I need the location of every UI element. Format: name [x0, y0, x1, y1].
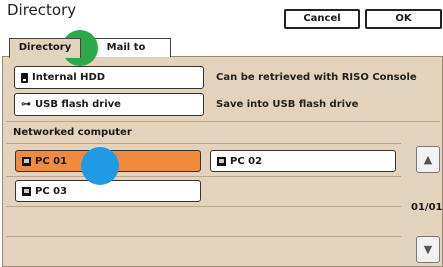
usb-flash-drive-label: USB flash drive: [35, 99, 121, 110]
row-divider: [6, 176, 401, 177]
scroll-up-button[interactable]: ▲: [416, 146, 440, 173]
row-divider: [6, 206, 401, 207]
scroll-down-button[interactable]: ▼: [416, 236, 440, 263]
ok-button[interactable]: OK: [365, 9, 442, 29]
networked-computer-label: Networked computer: [13, 127, 132, 138]
internal-hdd-button[interactable]: Internal HDD: [14, 66, 204, 89]
pc-03-label: PC 03: [35, 185, 68, 197]
computer-icon: [22, 156, 31, 166]
usb-flash-drive-button[interactable]: ⊶ USB flash drive: [14, 93, 204, 116]
pc-02-label: PC 02: [230, 155, 263, 167]
pc-01-label: PC 01: [35, 155, 68, 167]
tab-mail-to-label: Mail to: [106, 42, 146, 53]
divider: [6, 121, 440, 122]
triangle-up-icon: ▲: [423, 153, 433, 166]
pc-02-button[interactable]: PC 02: [210, 150, 396, 172]
tab-directory[interactable]: Directory: [9, 38, 81, 58]
hdd-icon: [21, 72, 28, 83]
internal-hdd-description: Can be retrieved with RISO Console: [216, 72, 417, 83]
cancel-button[interactable]: Cancel: [284, 9, 360, 29]
dialog-title: Directory: [7, 1, 77, 19]
tab-directory-label: Directory: [18, 42, 72, 53]
usb-flash-drive-description: Save into USB flash drive: [216, 99, 359, 110]
touch-marker-blue: [81, 147, 119, 185]
pc-03-button[interactable]: PC 03: [15, 180, 201, 202]
triangle-down-icon: ▼: [423, 243, 433, 256]
computer-icon: [22, 186, 31, 196]
row-divider: [6, 236, 401, 237]
internal-hdd-label: Internal HDD: [32, 72, 106, 83]
computer-icon: [217, 156, 226, 166]
usb-icon: ⊶: [21, 99, 31, 110]
page-indicator: 01/01: [411, 202, 443, 213]
